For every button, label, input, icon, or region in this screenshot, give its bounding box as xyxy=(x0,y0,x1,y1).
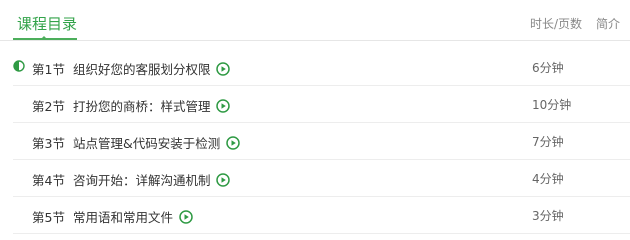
lesson-duration: 10分钟 xyxy=(532,98,572,112)
play-circle-icon[interactable] xyxy=(216,98,231,113)
tab-course-catalog-label: 课程目录 xyxy=(17,15,78,33)
lesson-duration: 3分钟 xyxy=(532,209,564,223)
course-tabs-header: 课程目录 时长/页数 简介 xyxy=(0,0,630,41)
lesson-duration: 6分钟 xyxy=(532,61,564,75)
lesson-title-group: 第1节 组织好您的客服划分权限 xyxy=(32,59,231,78)
column-intro-header: 简介 xyxy=(596,17,621,31)
lesson-title-group: 第5节 常用语和常用文件 xyxy=(32,207,193,226)
play-circle-icon[interactable] xyxy=(216,61,231,76)
lesson-title[interactable]: 咨询开始：详解沟通机制 xyxy=(73,170,211,189)
lesson-row[interactable]: 第3节 站点管理&代码安装于检测 7分钟 xyxy=(13,123,630,160)
lesson-number: 第3节 xyxy=(32,136,65,151)
lesson-row[interactable]: 第5节 常用语和常用文件 3分钟 xyxy=(13,197,630,234)
lesson-number: 第2节 xyxy=(32,99,65,114)
half-circle-progress-icon xyxy=(13,60,25,72)
lesson-row[interactable]: 第1节 组织好您的客服划分权限 6分钟 xyxy=(13,49,630,86)
lesson-number: 第5节 xyxy=(32,210,65,225)
lesson-list: 第1节 组织好您的客服划分权限 6分钟 第2节 打扮您的商桥：样式管理 10分钟… xyxy=(13,49,630,234)
lesson-duration: 7分钟 xyxy=(532,135,564,149)
lesson-row[interactable]: 第2节 打扮您的商桥：样式管理 10分钟 xyxy=(13,86,630,123)
lesson-row[interactable]: 第4节 咨询开始：详解沟通机制 4分钟 xyxy=(13,160,630,197)
play-circle-icon[interactable] xyxy=(226,135,240,150)
lesson-title[interactable]: 常用语和常用文件 xyxy=(73,207,173,226)
play-circle-icon[interactable] xyxy=(216,172,231,187)
lesson-number: 第4节 xyxy=(32,173,65,188)
play-circle-icon[interactable] xyxy=(179,209,193,224)
lesson-title[interactable]: 打扮您的商桥：样式管理 xyxy=(73,96,211,115)
lesson-title-group: 第3节 站点管理&代码安装于检测 xyxy=(32,133,240,152)
lesson-duration: 4分钟 xyxy=(532,172,564,186)
lesson-title-group: 第4节 咨询开始：详解沟通机制 xyxy=(32,170,231,189)
tab-course-catalog[interactable]: 课程目录 xyxy=(13,0,77,40)
column-duration-header: 时长/页数 xyxy=(530,17,583,31)
lesson-title[interactable]: 组织好您的客服划分权限 xyxy=(73,59,211,78)
lesson-title[interactable]: 站点管理&代码安装于检测 xyxy=(73,133,220,152)
lesson-title-group: 第2节 打扮您的商桥：样式管理 xyxy=(32,96,231,115)
lesson-number: 第1节 xyxy=(32,62,65,77)
tab-active-indicator xyxy=(40,36,48,40)
